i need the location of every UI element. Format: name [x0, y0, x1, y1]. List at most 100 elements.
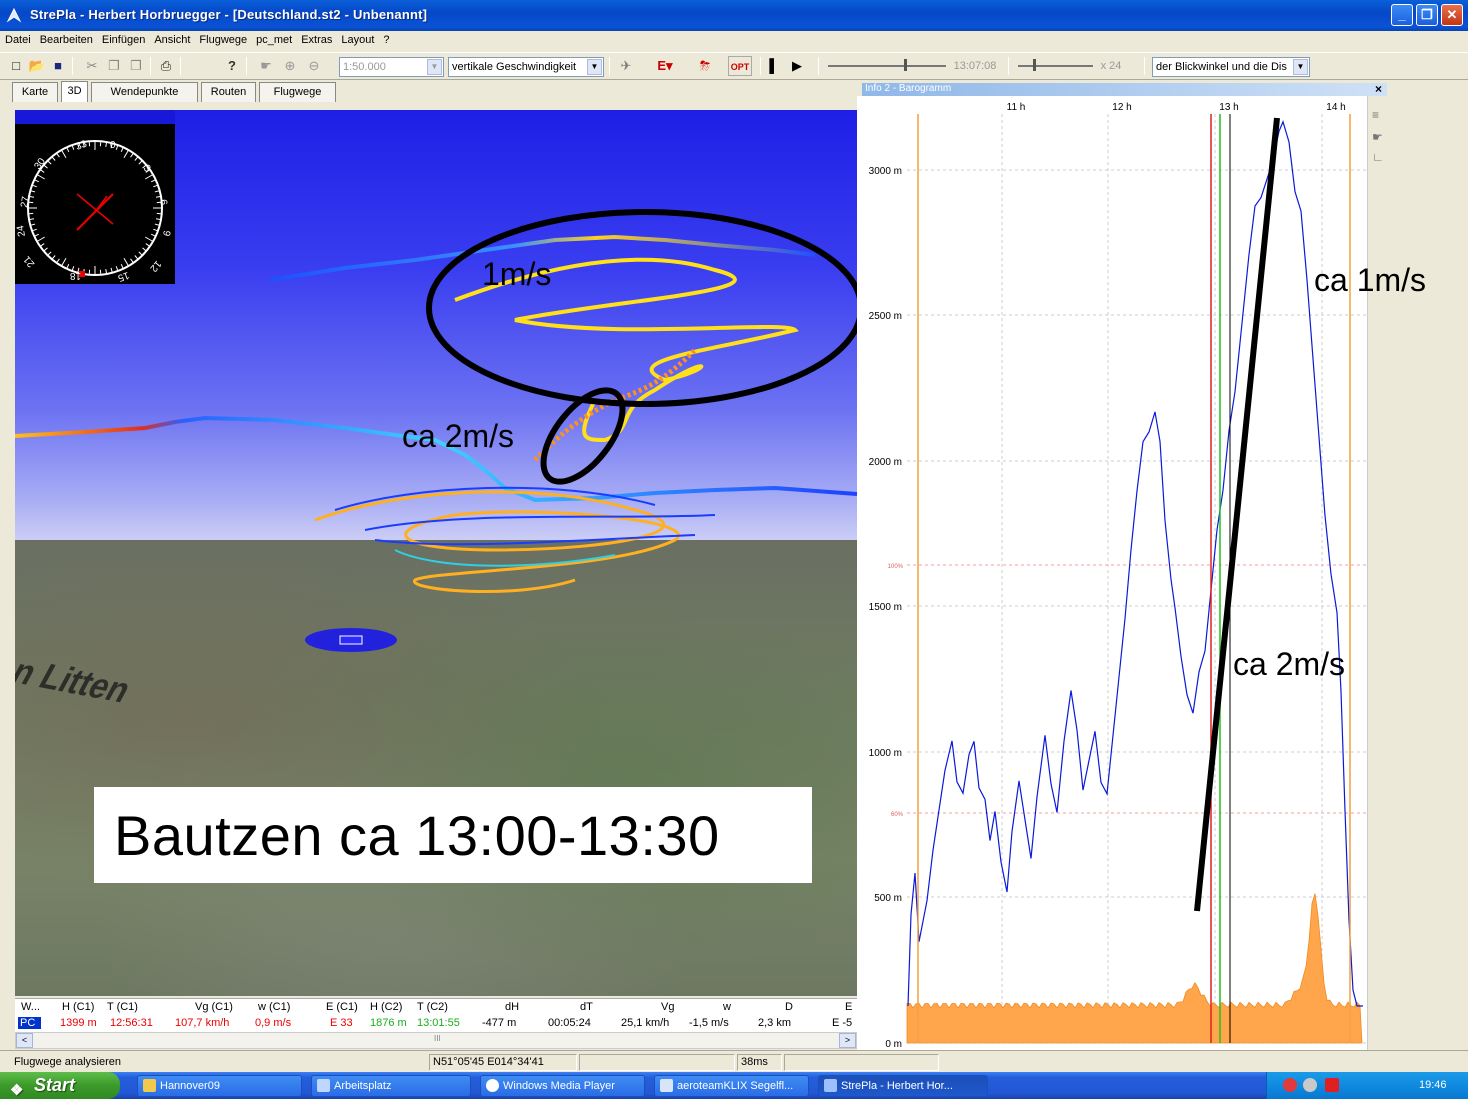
- open-folder-icon[interactable]: 📂: [27, 56, 47, 76]
- chevron-down-icon[interactable]: ▼: [1293, 59, 1308, 75]
- scroll-thumb[interactable]: III: [434, 1034, 441, 1043]
- start-button[interactable]: ❖ Start: [0, 1072, 120, 1099]
- col-h-c2[interactable]: H (C2): [370, 1001, 402, 1013]
- security-icon[interactable]: [1283, 1078, 1297, 1092]
- menu-help[interactable]: ?: [378, 31, 393, 46]
- y-tick-label: 0 m: [885, 1039, 902, 1050]
- e-cell: E -5: [832, 1017, 853, 1029]
- col-w[interactable]: W...: [21, 1001, 40, 1013]
- network-icon[interactable]: [1303, 1078, 1317, 1092]
- zoom-out-icon[interactable]: ⊖: [304, 56, 324, 76]
- col-vg-c1[interactable]: Vg (C1): [195, 1001, 233, 1013]
- status-message: Flugwege analysieren: [14, 1056, 122, 1068]
- stop-icon[interactable]: ▌: [766, 56, 782, 76]
- zoom-in-icon[interactable]: ⊕: [280, 56, 300, 76]
- cut-icon[interactable]: ✂: [82, 56, 102, 76]
- zoom-hand-icon[interactable]: ☛: [256, 56, 276, 76]
- t-c1-cell: 12:56:31: [110, 1017, 153, 1029]
- new-file-icon[interactable]: □: [6, 56, 26, 76]
- chevron-down-icon[interactable]: ▼: [587, 59, 602, 75]
- close-button[interactable]: ✕: [1441, 4, 1463, 26]
- menu-extras[interactable]: Extras: [296, 31, 336, 46]
- chevron-down-icon[interactable]: ▼: [427, 59, 442, 75]
- print-icon[interactable]: ⎙: [156, 56, 176, 76]
- help-icon[interactable]: ?: [222, 56, 242, 76]
- folder-icon: [143, 1079, 156, 1092]
- minimize-button[interactable]: _: [1391, 4, 1413, 26]
- app-icon: [6, 7, 22, 23]
- save-icon[interactable]: ■: [48, 56, 68, 76]
- col-w-c1[interactable]: w (C1): [258, 1001, 290, 1013]
- status-empty: [579, 1054, 735, 1071]
- view-option-combo[interactable]: der Blickwinkel und die Dis ▼: [1152, 57, 1310, 77]
- task-media-player[interactable]: Windows Media Player: [480, 1075, 645, 1097]
- color-mode-combo[interactable]: vertikale Geschwindigkeit ▼: [448, 57, 604, 77]
- y-tick-label: 2500 m: [869, 311, 902, 322]
- weather-icon[interactable]: ⛈: [694, 56, 716, 76]
- speed-slider-thumb[interactable]: [1033, 59, 1036, 71]
- tab-routen[interactable]: Routen: [201, 82, 256, 102]
- task-label: Arbeitsplatz: [334, 1080, 392, 1092]
- menu-flugwege[interactable]: Flugwege: [194, 31, 251, 46]
- 3d-view[interactable]: 33 0 3 30 6 27 9 24 12 21 18 15 Bautzen …: [15, 110, 857, 996]
- browser-icon: [660, 1079, 673, 1092]
- col-dt[interactable]: dT: [580, 1001, 593, 1013]
- table-row[interactable]: PC 1399 m 12:56:31 107,7 km/h 0,9 m/s E …: [15, 1016, 857, 1032]
- menu-icon[interactable]: ≡: [1372, 108, 1379, 122]
- task-arbeitsplatz[interactable]: Arbeitsplatz: [311, 1075, 471, 1097]
- taskbar: ❖ Start Hannover09 Arbeitsplatz Windows …: [0, 1072, 1468, 1099]
- col-vg[interactable]: Vg: [661, 1001, 674, 1013]
- task-aeroteam[interactable]: aeroteamKLIX Segelfl...: [654, 1075, 809, 1097]
- col-h-c1[interactable]: H (C1): [62, 1001, 94, 1013]
- time-slider-thumb[interactable]: [904, 59, 907, 71]
- menu-pc-met[interactable]: pc_met: [251, 31, 296, 46]
- flight-icon[interactable]: ✈: [616, 56, 636, 76]
- chart-icon[interactable]: ∟: [1372, 150, 1384, 164]
- menu-datei[interactable]: Datei: [0, 31, 35, 46]
- paste-icon[interactable]: ❒: [126, 56, 146, 76]
- col-w[interactable]: w: [723, 1001, 731, 1013]
- scroll-left-button[interactable]: <: [16, 1033, 33, 1048]
- time-slider[interactable]: [828, 65, 946, 67]
- col-t-c2[interactable]: T (C2): [417, 1001, 448, 1013]
- menu-layout[interactable]: Layout: [336, 31, 378, 46]
- task-hannover09[interactable]: Hannover09: [137, 1075, 302, 1097]
- pct-label: 100%: [888, 564, 904, 570]
- opt-button[interactable]: OPT: [728, 56, 752, 76]
- menu-bearbeiten[interactable]: Bearbeiten: [35, 31, 97, 46]
- speed-slider[interactable]: [1018, 65, 1093, 67]
- windows-logo-icon: ❖: [10, 1082, 24, 1099]
- scale-combo[interactable]: 1:50.000 ▼: [339, 57, 444, 77]
- color-mode-value: vertikale Geschwindigkeit: [452, 61, 577, 73]
- play-icon[interactable]: ▶: [788, 56, 806, 76]
- barogram-close-button[interactable]: ×: [1375, 82, 1382, 96]
- alert-icon[interactable]: [1325, 1078, 1339, 1092]
- zoom-hand-icon[interactable]: ☛: [1372, 130, 1383, 144]
- barogram-panel[interactable]: 3000 m 2500 m 2000 m 1500 m 1000 m 500 m 0 m 10…: [857, 96, 1367, 1051]
- tab-3d[interactable]: 3D: [61, 81, 88, 102]
- system-tray: 19:46: [1266, 1072, 1468, 1099]
- computer-icon: [317, 1079, 330, 1092]
- horizontal-scrollbar[interactable]: < III >: [15, 1032, 857, 1049]
- menu-einfuegen[interactable]: Einfügen: [97, 31, 149, 46]
- col-t-c1[interactable]: T (C1): [107, 1001, 138, 1013]
- col-d[interactable]: D: [785, 1001, 793, 1013]
- title-bar[interactable]: StrePla - Herbert Horbruegger - [Deutsch…: [0, 0, 1468, 31]
- copy-icon[interactable]: ❐: [104, 56, 124, 76]
- time-tick-label: 12 h: [1112, 102, 1131, 113]
- col-dh[interactable]: dH: [505, 1001, 519, 1013]
- annotation-text: Bautzen ca 13:00-13:30: [114, 804, 720, 867]
- callout-1ms: 1m/s: [482, 256, 552, 292]
- scroll-right-button[interactable]: >: [839, 1033, 856, 1048]
- start-label: Start: [34, 1075, 76, 1095]
- maximize-button[interactable]: ❐: [1416, 4, 1438, 26]
- task-strepla[interactable]: StrePla - Herbert Hor...: [818, 1075, 988, 1097]
- tab-karte[interactable]: Karte: [12, 82, 58, 102]
- menu-ansicht[interactable]: Ansicht: [149, 31, 194, 46]
- col-e[interactable]: E: [845, 1001, 852, 1013]
- tab-wendepunkte[interactable]: Wendepunkte: [91, 82, 198, 102]
- y-tick-label: 1500 m: [869, 602, 902, 613]
- col-e-c1[interactable]: E (C1): [326, 1001, 358, 1013]
- export-icon[interactable]: E▾: [650, 56, 680, 76]
- tab-flugwege[interactable]: Flugwege: [259, 82, 336, 102]
